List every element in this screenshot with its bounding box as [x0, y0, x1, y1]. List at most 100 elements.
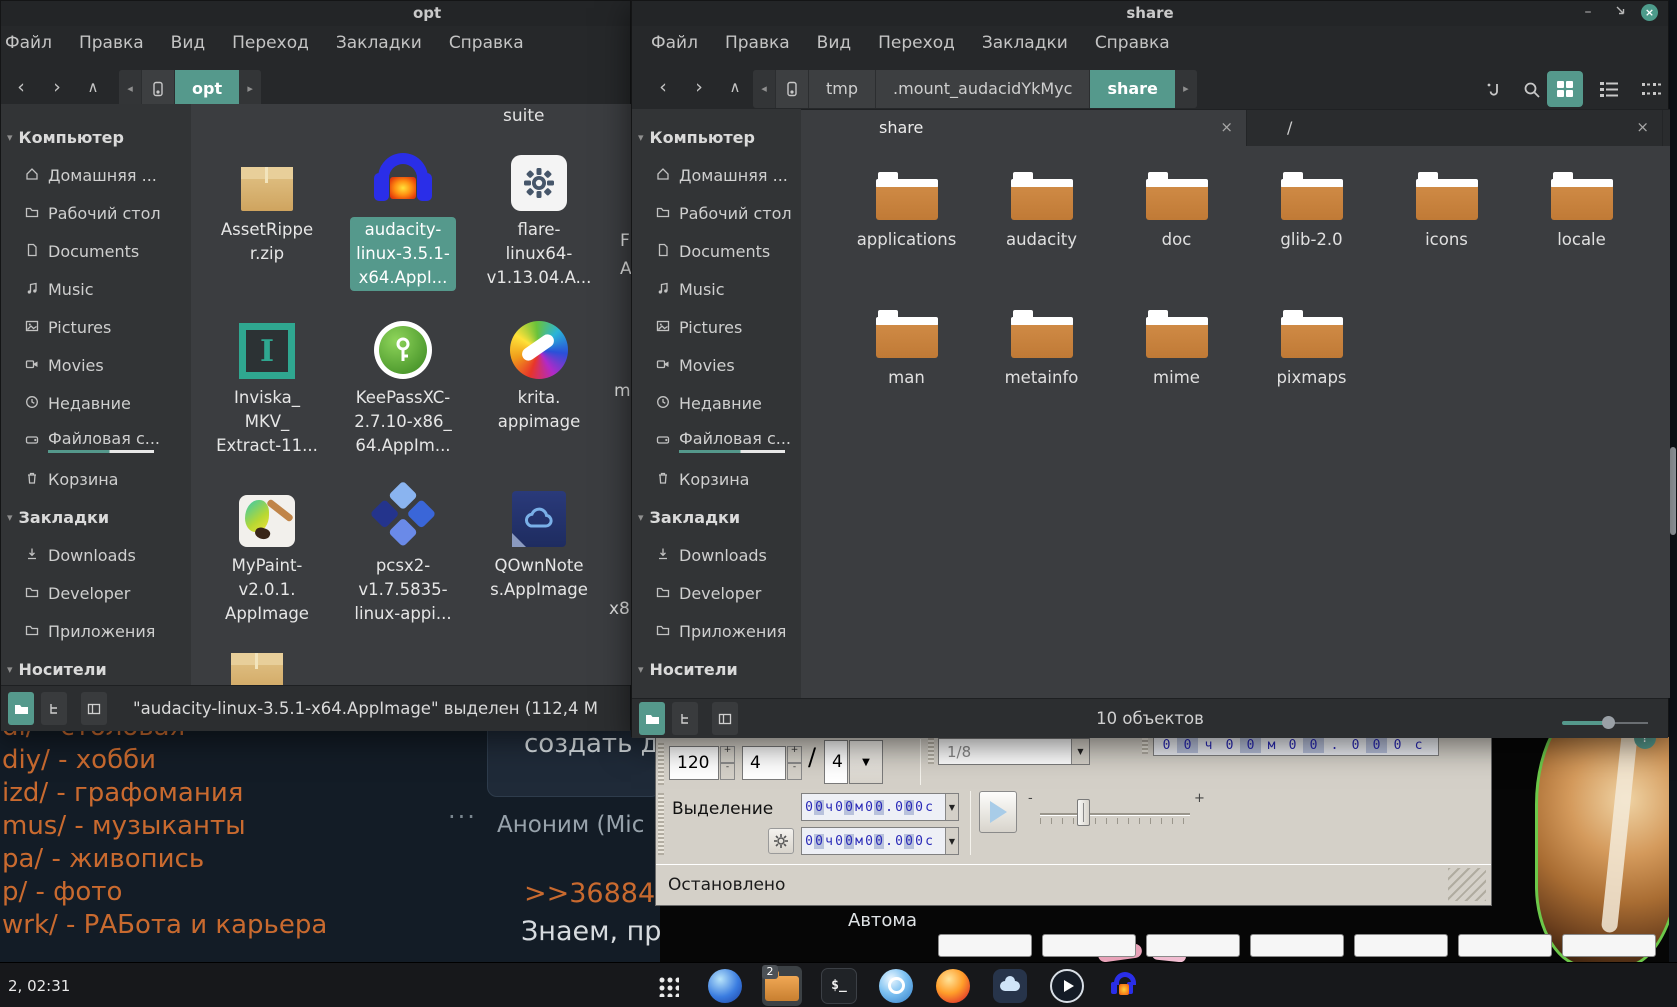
- folder-item-applications[interactable]: applications: [839, 172, 974, 252]
- post-reply-link[interactable]: >>368846: [524, 878, 672, 909]
- folder-item-man[interactable]: man: [839, 310, 974, 390]
- tab-root[interactable]: / ×: [1247, 110, 1663, 147]
- sidebar-section-header[interactable]: ▾Носители: [1, 650, 191, 688]
- taskbar-app-launcher[interactable]: [648, 966, 688, 1006]
- forward-button[interactable]: ›: [685, 74, 713, 102]
- selection-settings-button[interactable]: [768, 828, 794, 854]
- up-button[interactable]: ∧: [79, 74, 107, 102]
- edit-path-button[interactable]: [1478, 76, 1508, 104]
- sidebar-item-корзина[interactable]: Корзина: [1, 460, 191, 498]
- file-item[interactable]: MyPaint-v2.0.1.AppImage: [199, 477, 335, 627]
- up-button[interactable]: ∧: [721, 74, 749, 102]
- path-scroll-left-button[interactable]: ◂: [119, 70, 141, 108]
- folder-item-icons[interactable]: icons: [1379, 172, 1514, 252]
- file-item[interactable]: flare-linux64-v1.13.04.A...: [471, 141, 607, 291]
- sidebar-item-pictures[interactable]: Pictures: [632, 308, 801, 346]
- restore-button[interactable]: [1609, 3, 1631, 23]
- menu-item[interactable]: Вид: [817, 33, 851, 66]
- path-segment-tmp[interactable]: tmp: [808, 70, 875, 108]
- sidebar-item-music[interactable]: Music: [1, 270, 191, 308]
- sidebar-item-developer[interactable]: Developer: [632, 574, 801, 612]
- selection-end-field[interactable]: 00ч00м00.000с▼: [801, 827, 959, 855]
- more-options[interactable]: ...: [448, 796, 477, 824]
- sidebar-item-домашняя-[interactable]: Домашняя ...: [1, 156, 191, 194]
- sidebar-section-header[interactable]: ▾Компьютер: [632, 118, 801, 156]
- taskbar-app-blue-sphere[interactable]: [705, 966, 745, 1006]
- browser-scrollbar[interactable]: [1669, 0, 1677, 962]
- back-button[interactable]: ‹: [7, 74, 35, 102]
- title-bar[interactable]: share – ×: [632, 1, 1668, 26]
- directory-tree-button[interactable]: [41, 692, 67, 725]
- folder-item-pixmaps[interactable]: pixmaps: [1244, 310, 1379, 390]
- taskbar-cloud-app[interactable]: [990, 966, 1030, 1006]
- board-link[interactable]: diy/ - хобби: [2, 745, 327, 778]
- snap-to-combo[interactable]: 1/8▼: [938, 738, 1090, 765]
- file-item[interactable]: QOwnNotes.AppImage: [471, 477, 607, 627]
- time-signature-lower-field[interactable]: 4: [824, 740, 848, 784]
- sidebar-item-корзина[interactable]: Корзина: [632, 460, 801, 498]
- path-scroll-right-button[interactable]: ▸: [239, 70, 261, 108]
- sidebar-item-рабочий-стол[interactable]: Рабочий стол: [632, 194, 801, 232]
- white-button[interactable]: [1458, 934, 1552, 957]
- scrollbar-thumb[interactable]: [1670, 447, 1676, 535]
- folder-item-metainfo[interactable]: metainfo: [974, 310, 1109, 390]
- resize-grip[interactable]: [1448, 868, 1486, 901]
- device-button[interactable]: [141, 70, 174, 108]
- search-button[interactable]: [1517, 76, 1547, 104]
- toolbar-grip[interactable]: [658, 793, 664, 855]
- folder-item-mime[interactable]: mime: [1109, 310, 1244, 390]
- folder-item-doc[interactable]: doc: [1109, 172, 1244, 252]
- taskbar-terminal[interactable]: $_: [819, 966, 859, 1006]
- detailed-list-view-button[interactable]: [1591, 71, 1627, 107]
- sidebar-item-pictures[interactable]: Pictures: [1, 308, 191, 346]
- sidebar-item-developer[interactable]: Developer: [1, 574, 191, 612]
- menu-item[interactable]: Закладки: [336, 33, 422, 66]
- minimize-button[interactable]: –: [1577, 3, 1599, 23]
- menu-item[interactable]: Справка: [449, 33, 524, 66]
- path-scroll-left-button[interactable]: ◂: [753, 70, 775, 108]
- spin-down-button[interactable]: -: [787, 763, 802, 780]
- sidebar-item-movies[interactable]: Movies: [1, 346, 191, 384]
- menu-item[interactable]: Файл: [651, 33, 698, 66]
- file-item[interactable]: IInviska_MKV_Extract-11...: [199, 309, 335, 459]
- sidebar-section-header[interactable]: ▾Компьютер: [1, 118, 191, 156]
- sidebar-item-downloads[interactable]: Downloads: [632, 536, 801, 574]
- speed-slider-track[interactable]: [1040, 813, 1190, 816]
- speed-slider-knob[interactable]: [1077, 799, 1090, 826]
- sidebar-item-movies[interactable]: Movies: [632, 346, 801, 384]
- play-at-speed-button[interactable]: [979, 791, 1017, 833]
- back-button[interactable]: ‹: [649, 74, 677, 102]
- sidebar-item-недавние[interactable]: Недавние: [632, 384, 801, 422]
- spin-up-button[interactable]: +: [787, 746, 802, 763]
- sidebar-item-недавние[interactable]: Недавние: [1, 384, 191, 422]
- folder-item-audacity[interactable]: audacity: [974, 172, 1109, 252]
- time-signature-upper-field[interactable]: 4: [742, 746, 786, 780]
- folder-item-glib-2.0[interactable]: glib-2.0: [1244, 172, 1379, 252]
- sidebar-item-домашняя-[interactable]: Домашняя ...: [632, 156, 801, 194]
- zoom-slider-knob[interactable]: [1602, 716, 1615, 729]
- board-link[interactable]: izd/ - графомания: [2, 778, 327, 811]
- path-segment-.mount_audacidYkMyc[interactable]: .mount_audacidYkMyc: [875, 70, 1089, 108]
- selection-start-field[interactable]: 00ч00м00.000с▼: [801, 793, 959, 821]
- sidebar-item-приложения[interactable]: Приложения: [632, 612, 801, 650]
- sidebar-item-documents[interactable]: Documents: [1, 232, 191, 270]
- folder-item-locale[interactable]: locale: [1514, 172, 1649, 252]
- sidebar-item-приложения[interactable]: Приложения: [1, 612, 191, 650]
- white-button[interactable]: [1562, 934, 1656, 957]
- forward-button[interactable]: ›: [43, 74, 71, 102]
- spin-up-button[interactable]: +: [720, 746, 735, 763]
- white-button[interactable]: [1042, 934, 1136, 957]
- menu-item[interactable]: Файл: [5, 33, 52, 66]
- tab-share[interactable]: share ×: [801, 110, 1247, 147]
- file-item[interactable]: AssetRipper.zip: [199, 141, 335, 291]
- sidebar-item-файловая-с-[interactable]: Файловая с...: [632, 422, 801, 460]
- board-link[interactable]: mus/ - музыканты: [2, 811, 327, 844]
- menu-item[interactable]: Переход: [232, 33, 309, 66]
- sidebar-section-header[interactable]: ▾Носители: [632, 650, 801, 688]
- title-bar[interactable]: opt: [1, 1, 630, 26]
- white-button[interactable]: [1250, 934, 1344, 957]
- path-segment-share[interactable]: share: [1089, 70, 1174, 108]
- toolbar-grip[interactable]: [928, 738, 934, 764]
- path-scroll-right-button[interactable]: ▸: [1175, 70, 1197, 108]
- taskbar-file-manager[interactable]: 2: [762, 966, 802, 1006]
